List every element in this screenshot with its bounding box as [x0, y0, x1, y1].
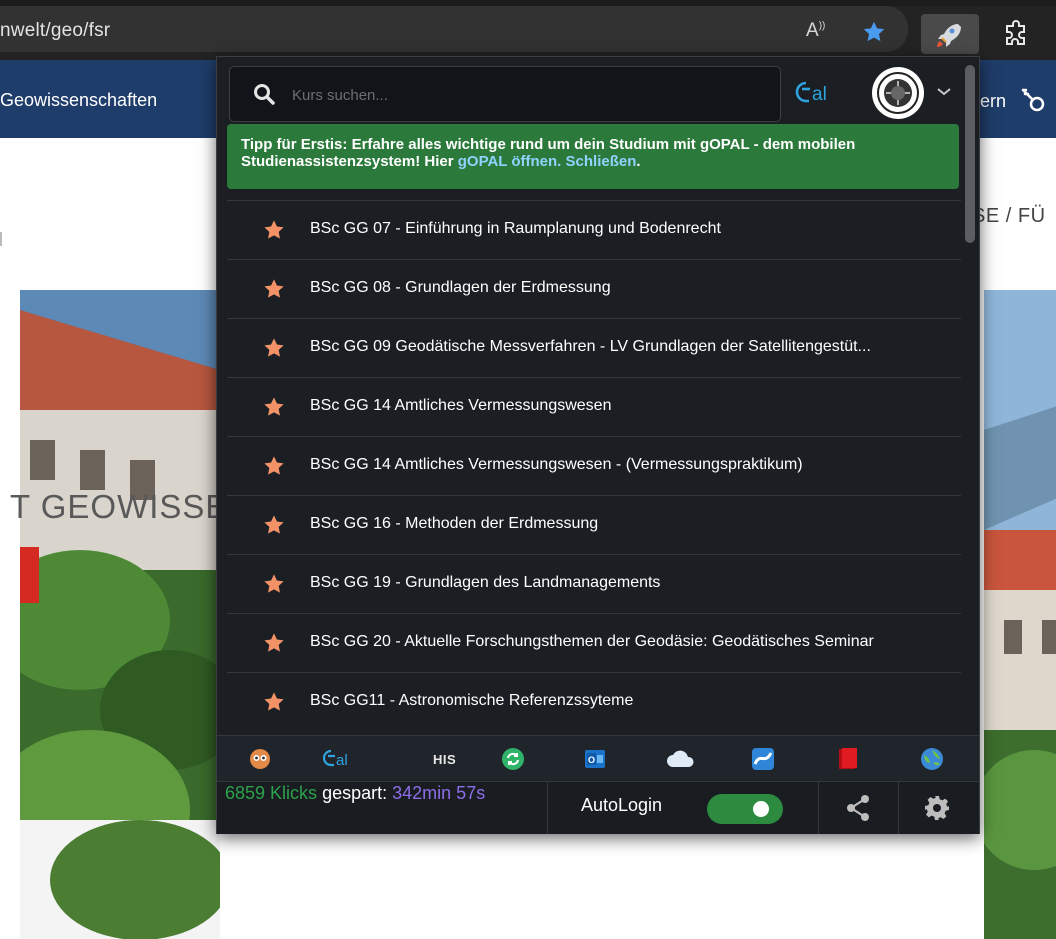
svg-text:O: O [588, 755, 595, 765]
course-item[interactable]: BSc GG 20 - Aktuelle Forschungsthemen de… [227, 613, 961, 672]
owl-icon[interactable] [249, 746, 271, 772]
globe-icon[interactable] [920, 746, 944, 772]
close-tip-link[interactable]: Schließen [566, 153, 637, 170]
course-item[interactable]: BSc GG 19 - Grundlagen des Landmanagemen… [227, 554, 961, 613]
course-label: BSc GG11 - Astronomische Referenzssyteme [310, 692, 634, 709]
course-label: BSc GG 14 Amtliches Vermessungswesen - (… [310, 456, 803, 473]
divider [898, 782, 899, 834]
site-nav-title[interactable]: Geowissenschaften [0, 90, 157, 111]
toggle-knob [753, 801, 769, 817]
course-item[interactable]: BSc GG11 - Astronomische Referenzssyteme [227, 672, 961, 731]
course-item[interactable]: BSc GG 08 - Grundlagen der Erdmessung [227, 259, 961, 318]
search-box[interactable] [229, 66, 781, 122]
read-aloud-icon[interactable]: A)) [806, 20, 825, 42]
outlook-icon[interactable]: O [583, 746, 607, 772]
his-icon[interactable]: HIS [433, 752, 456, 767]
address-bar-url[interactable]: nwelt/geo/fsr [0, 20, 110, 42]
time-saved-stats: 6859 Klicks gespart: 342min 57s [225, 784, 545, 803]
university-seal-avatar[interactable] [872, 67, 924, 119]
click-count: 6859 Klicks [225, 783, 318, 803]
time-saved: 342min 57s [392, 783, 486, 803]
hero-image-left [20, 290, 220, 939]
favorite-star-icon[interactable] [263, 455, 285, 477]
favorite-star-icon[interactable] [263, 514, 285, 536]
quick-launch-bar: al HIS O [217, 735, 979, 782]
course-item[interactable]: BSc GG 07 - Einführung in Raumplanung un… [227, 200, 961, 259]
tip-banner: Tipp für Erstis: Erfahre alles wichtige … [227, 124, 959, 189]
favorite-star-icon[interactable] [263, 337, 285, 359]
matrix-icon[interactable] [751, 746, 775, 772]
favorite-star-icon[interactable] [263, 632, 285, 654]
status-bar: 6859 Klicks gespart: 342min 57s AutoLogi… [217, 781, 979, 834]
course-label: BSc GG 16 - Methoden der Erdmessung [310, 515, 599, 532]
hero-image-right [984, 290, 1056, 939]
address-bar[interactable] [0, 6, 908, 52]
extension-popup: al Tipp für Erstis: Erfahre alles wichti… [216, 56, 980, 834]
favorite-star-icon[interactable] [263, 278, 285, 300]
page-fragment [0, 232, 2, 246]
opal-icon[interactable]: al [321, 746, 369, 772]
course-item[interactable]: BSc GG 16 - Methoden der Erdmessung [227, 495, 961, 554]
svg-text:al: al [812, 84, 827, 105]
divider [818, 782, 819, 834]
key-icon[interactable] [1018, 85, 1048, 115]
hero-heading: T GEOWISSE [10, 488, 229, 525]
sync-icon[interactable] [501, 746, 525, 772]
course-label: BSc GG 09 Geodätische Messverfahren - LV… [310, 338, 871, 355]
share-icon[interactable] [845, 794, 871, 822]
favorite-star-icon[interactable] [861, 19, 887, 45]
favorite-star-icon[interactable] [263, 573, 285, 595]
saved-label: gespart: [322, 783, 388, 803]
favorite-star-icon[interactable] [263, 219, 285, 241]
autologin-toggle[interactable] [707, 794, 783, 824]
tip-end: . [636, 153, 641, 170]
search-icon [254, 84, 275, 105]
course-label: BSc GG 08 - Grundlagen der Erdmessung [310, 279, 611, 296]
svg-text:al: al [336, 752, 348, 769]
site-nav-login[interactable]: ern [980, 91, 1006, 112]
course-item[interactable]: BSc GG 14 Amtliches Vermessungswesen [227, 377, 961, 436]
open-gopal-link[interactable]: gOPAL öffnen. [458, 153, 562, 170]
search-input[interactable] [290, 79, 764, 111]
course-item[interactable]: BSc GG 14 Amtliches Vermessungswesen - (… [227, 436, 961, 495]
course-label: BSc GG 20 - Aktuelle Forschungsthemen de… [310, 633, 874, 650]
divider [547, 782, 548, 834]
tip-text: Tipp für Erstis: Erfahre alles wichtige … [241, 136, 941, 170]
chevron-down-icon[interactable] [935, 83, 953, 101]
course-label: BSc GG 14 Amtliches Vermessungswesen [310, 397, 612, 414]
hero-accent-block [20, 547, 39, 603]
favorite-star-icon[interactable] [263, 691, 285, 713]
scrollbar-thumb[interactable] [965, 65, 975, 243]
opal-logo[interactable]: al [792, 77, 856, 107]
rocket-icon[interactable] [934, 20, 964, 50]
gear-icon[interactable] [923, 794, 951, 822]
breadcrumb: SE / FÜ [972, 205, 1046, 227]
book-icon[interactable] [837, 746, 859, 772]
cloud-icon[interactable] [665, 746, 697, 772]
course-list: BSc GG 07 - Einführung in Raumplanung un… [227, 200, 961, 731]
course-label: BSc GG 07 - Einführung in Raumplanung un… [310, 220, 721, 237]
favorite-star-icon[interactable] [263, 396, 285, 418]
extensions-puzzle-icon[interactable] [1003, 20, 1031, 48]
autologin-label: AutoLogin [581, 795, 663, 815]
course-label: BSc GG 19 - Grundlagen des Landmanagemen… [310, 574, 661, 591]
course-item[interactable]: BSc GG 09 Geodätische Messverfahren - LV… [227, 318, 961, 377]
